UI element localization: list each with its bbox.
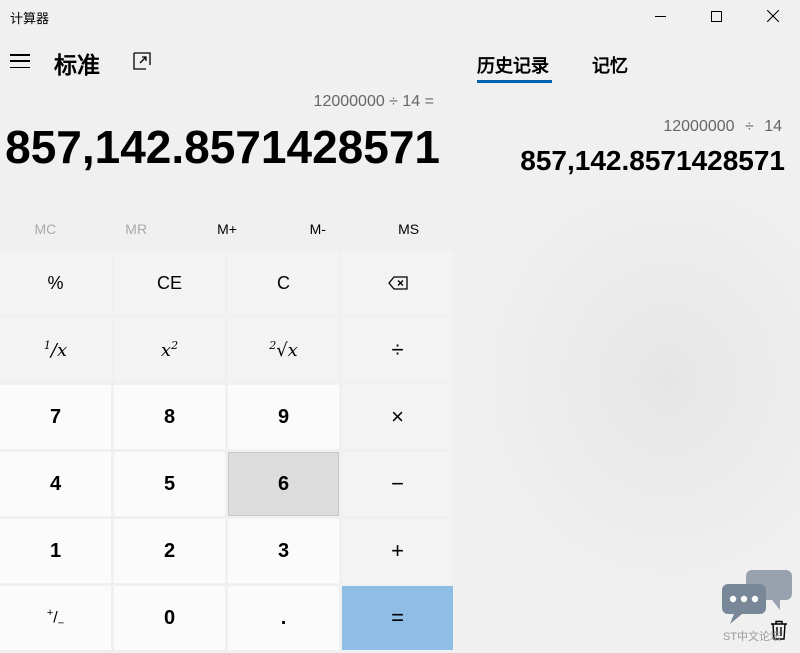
clear-entry-button[interactable]: CE [114,251,225,315]
minus-button[interactable]: − [342,452,453,516]
square-button[interactable]: x2 [114,318,225,382]
digit-0-button[interactable]: 0 [114,586,225,650]
digit-3-button[interactable]: 3 [228,519,339,583]
close-icon [767,10,779,22]
memory-row: MC MR M+ M- MS [0,212,454,246]
plus-button[interactable]: + [342,519,453,583]
maximize-button[interactable] [693,0,739,32]
expression-display: 12000000 ÷ 14 = [313,93,434,110]
overlay-watermark-text: ST中文论坛 [723,631,782,643]
reciprocal-button[interactable]: 1/x [0,318,111,382]
menu-icon[interactable] [10,54,30,68]
history-result: 857,142.8571428571 [520,145,785,176]
backspace-button[interactable] [342,251,453,315]
digit-9-button[interactable]: 9 [228,385,339,449]
chat-bubble-icon [722,570,792,624]
memory-recall-button[interactable]: MR [91,212,182,246]
percent-button[interactable]: % [0,251,111,315]
digit-5-button[interactable]: 5 [114,452,225,516]
digit-8-button[interactable]: 8 [114,385,225,449]
keep-on-top-icon[interactable] [133,52,151,70]
square-root-button[interactable]: 2√x [228,318,339,382]
negate-button[interactable]: +/− [0,586,111,650]
digit-6-button[interactable]: 6 [228,452,339,516]
memory-add-button[interactable]: M+ [182,212,273,246]
memory-clear-button[interactable]: MC [0,212,91,246]
title-bar: 计算器 [0,0,800,32]
digit-4-button[interactable]: 4 [0,452,111,516]
history-expression: 12000000 ÷ 14 [663,118,782,135]
decimal-button[interactable]: . [228,586,339,650]
digit-1-button[interactable]: 1 [0,519,111,583]
tab-memory[interactable]: 记忆 [592,52,628,78]
memory-store-button[interactable]: MS [363,212,454,246]
divide-button[interactable]: ÷ [342,318,453,382]
background-glow [470,200,800,600]
keypad: % CE C 1/x x2 2√x ÷ 7 8 9 × 4 5 6 − 1 2 … [0,251,454,650]
digit-7-button[interactable]: 7 [0,385,111,449]
tab-history[interactable]: 历史记录 [477,52,549,78]
minimize-button[interactable] [637,0,683,32]
equals-button[interactable]: = [342,586,453,650]
close-button[interactable] [750,0,796,32]
digit-2-button[interactable]: 2 [114,519,225,583]
active-tab-indicator [477,80,552,83]
multiply-button[interactable]: × [342,385,453,449]
backspace-icon [387,276,408,290]
app-title: 计算器 [10,11,50,26]
minimize-icon [654,15,666,17]
memory-subtract-button[interactable]: M- [272,212,363,246]
maximize-icon [710,10,722,22]
mode-title: 标准 [54,52,100,78]
result-display: 857,142.8571428571 [5,121,440,173]
clear-button[interactable]: C [228,251,339,315]
